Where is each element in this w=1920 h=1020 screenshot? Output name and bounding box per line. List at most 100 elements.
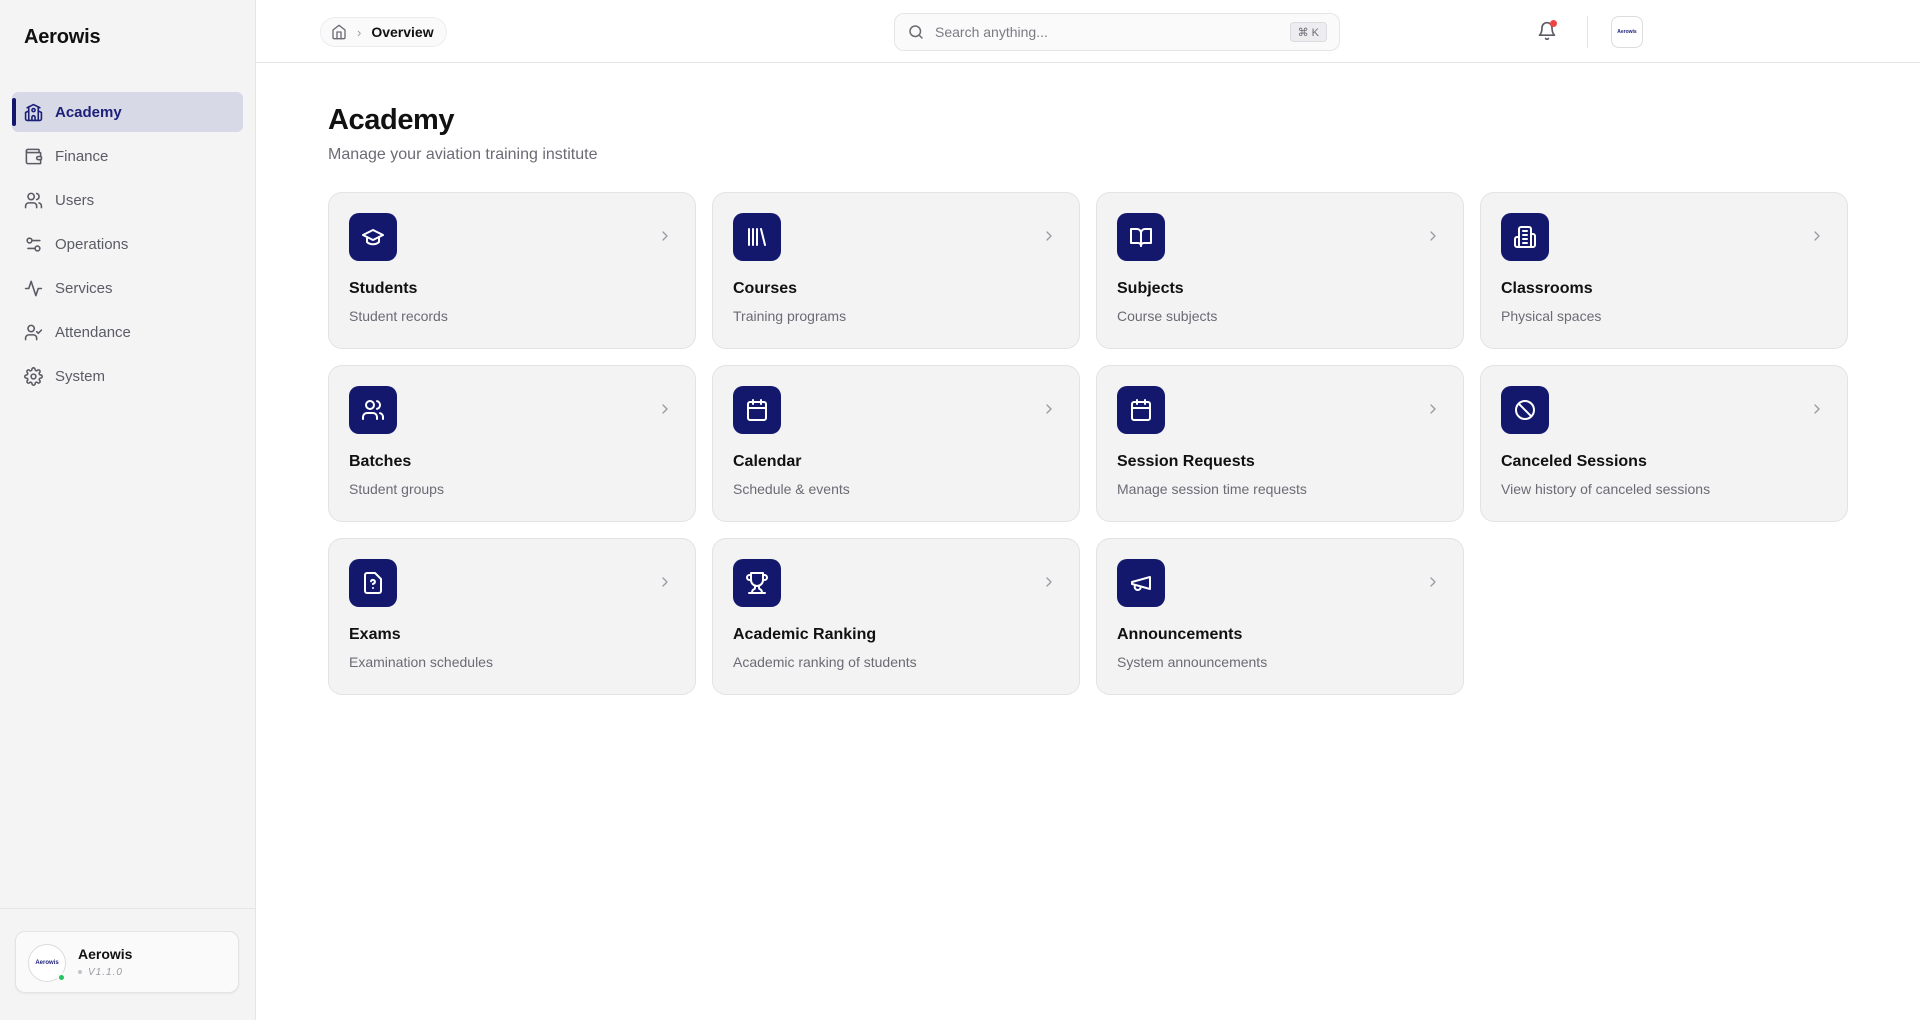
chevron-right-icon	[1809, 228, 1825, 244]
top-bar: › Overview ⌘ K Aerowis	[256, 0, 1920, 63]
calendar-icon	[1117, 386, 1165, 434]
graduation-cap-icon	[349, 213, 397, 261]
wallet-icon	[24, 147, 43, 166]
chevron-right-icon: ›	[357, 24, 362, 40]
chevron-right-icon	[657, 228, 673, 244]
sidebar-item-label: Services	[55, 279, 113, 297]
card-description: View history of canceled sessions	[1501, 481, 1711, 497]
page-subtitle: Manage your aviation training institute	[328, 146, 598, 163]
module-grid: Students Student records Courses Trainin…	[328, 192, 1848, 695]
sidebar-item-finance[interactable]: Finance	[12, 136, 243, 176]
search-box[interactable]: ⌘ K	[894, 13, 1340, 51]
chevron-right-icon	[1041, 228, 1057, 244]
calendar-icon	[733, 386, 781, 434]
card-title: Canceled Sessions	[1501, 453, 1647, 470]
file-question-icon	[349, 559, 397, 607]
card-title: Batches	[349, 453, 412, 470]
sidebar: Aerowis Academy Finance Users Operations	[0, 0, 256, 1020]
card-title: Students	[349, 280, 418, 297]
user-avatar[interactable]: Aerowis	[1611, 16, 1643, 48]
card-description: Manage session time requests	[1117, 481, 1307, 497]
chevron-right-icon	[1425, 228, 1441, 244]
breadcrumb-current: Overview	[371, 24, 434, 40]
chevron-right-icon	[657, 401, 673, 417]
card-title: Calendar	[733, 453, 802, 470]
header-divider	[1587, 16, 1588, 48]
sidebar-item-label: Users	[55, 191, 95, 209]
card-session-requests[interactable]: Session Requests Manage session time req…	[1096, 365, 1464, 522]
book-open-icon	[1117, 213, 1165, 261]
card-courses[interactable]: Courses Training programs	[712, 192, 1080, 349]
card-title: Session Requests	[1117, 453, 1255, 470]
chevron-right-icon	[657, 574, 673, 590]
keyboard-shortcut-badge: ⌘ K	[1289, 22, 1327, 42]
profile-card[interactable]: Aerowis Aerowis V1.1.0	[15, 931, 239, 993]
sidebar-item-label: Attendance	[55, 323, 131, 341]
chevron-right-icon	[1041, 574, 1057, 590]
card-title: Academic Ranking	[733, 626, 877, 643]
card-calendar[interactable]: Calendar Schedule & events	[712, 365, 1080, 522]
activity-icon	[24, 279, 43, 298]
card-title: Exams	[349, 626, 401, 643]
card-title: Courses	[733, 280, 798, 297]
library-icon	[733, 213, 781, 261]
sidebar-item-label: Finance	[55, 147, 109, 165]
card-description: Training programs	[733, 308, 847, 324]
ban-icon	[1501, 386, 1549, 434]
page-title: Academy	[328, 104, 455, 136]
card-batches[interactable]: Batches Student groups	[328, 365, 696, 522]
chevron-right-icon	[1425, 574, 1441, 590]
card-title: Subjects	[1117, 280, 1184, 297]
gear-icon	[24, 366, 43, 386]
card-announcements[interactable]: Announcements System announcements	[1096, 538, 1464, 695]
sidebar-item-academy[interactable]: Academy	[12, 92, 243, 132]
chevron-right-icon	[1425, 401, 1441, 417]
sidebar-item-label: Academy	[55, 103, 122, 121]
sidebar-item-label: System	[55, 367, 106, 385]
search-input[interactable]	[935, 24, 1290, 40]
home-icon[interactable]	[331, 24, 347, 40]
megaphone-icon	[1117, 559, 1165, 607]
card-classrooms[interactable]: Classrooms Physical spaces	[1480, 192, 1848, 349]
online-status-dot	[57, 973, 66, 982]
chevron-right-icon	[1041, 401, 1057, 417]
search-icon	[907, 23, 925, 41]
user-check-icon	[24, 323, 43, 342]
academy-icon	[24, 103, 43, 122]
users-icon	[349, 386, 397, 434]
app-version: V1.1.0	[78, 967, 123, 978]
card-description: Course subjects	[1117, 308, 1218, 324]
sidebar-footer: Aerowis Aerowis V1.1.0	[0, 908, 255, 1020]
sidebar-nav: Academy Finance Users Operations Service…	[12, 92, 243, 400]
sidebar-item-operations[interactable]: Operations	[12, 224, 243, 264]
users-icon	[24, 191, 43, 210]
sidebar-item-attendance[interactable]: Attendance	[12, 312, 243, 352]
breadcrumb: › Overview	[320, 17, 447, 47]
card-description: Schedule & events	[733, 481, 850, 497]
sidebar-item-system[interactable]: System	[12, 356, 243, 396]
card-canceled-sessions[interactable]: Canceled Sessions View history of cancel…	[1480, 365, 1848, 522]
card-description: Academic ranking of students	[733, 654, 917, 670]
trophy-icon	[733, 559, 781, 607]
chevron-right-icon	[1809, 401, 1825, 417]
sliders-icon	[24, 235, 43, 254]
sidebar-item-services[interactable]: Services	[12, 268, 243, 308]
card-subjects[interactable]: Subjects Course subjects	[1096, 192, 1464, 349]
version-dot-icon	[78, 970, 82, 975]
card-description: Student groups	[349, 481, 444, 497]
sidebar-item-label: Operations	[55, 235, 129, 253]
building-icon	[1501, 213, 1549, 261]
sidebar-item-users[interactable]: Users	[12, 180, 243, 220]
card-description: Examination schedules	[349, 654, 493, 670]
card-description: Physical spaces	[1501, 308, 1602, 324]
card-exams[interactable]: Exams Examination schedules	[328, 538, 696, 695]
card-description: System announcements	[1117, 654, 1268, 670]
profile-name: Aerowis	[78, 946, 133, 962]
version-text: V1.1.0	[88, 967, 123, 978]
brand-name: Aerowis	[24, 26, 101, 48]
card-students[interactable]: Students Student records	[328, 192, 696, 349]
card-academic-ranking[interactable]: Academic Ranking Academic ranking of stu…	[712, 538, 1080, 695]
card-description: Student records	[349, 308, 448, 324]
card-title: Announcements	[1117, 626, 1243, 643]
card-title: Classrooms	[1501, 280, 1593, 297]
